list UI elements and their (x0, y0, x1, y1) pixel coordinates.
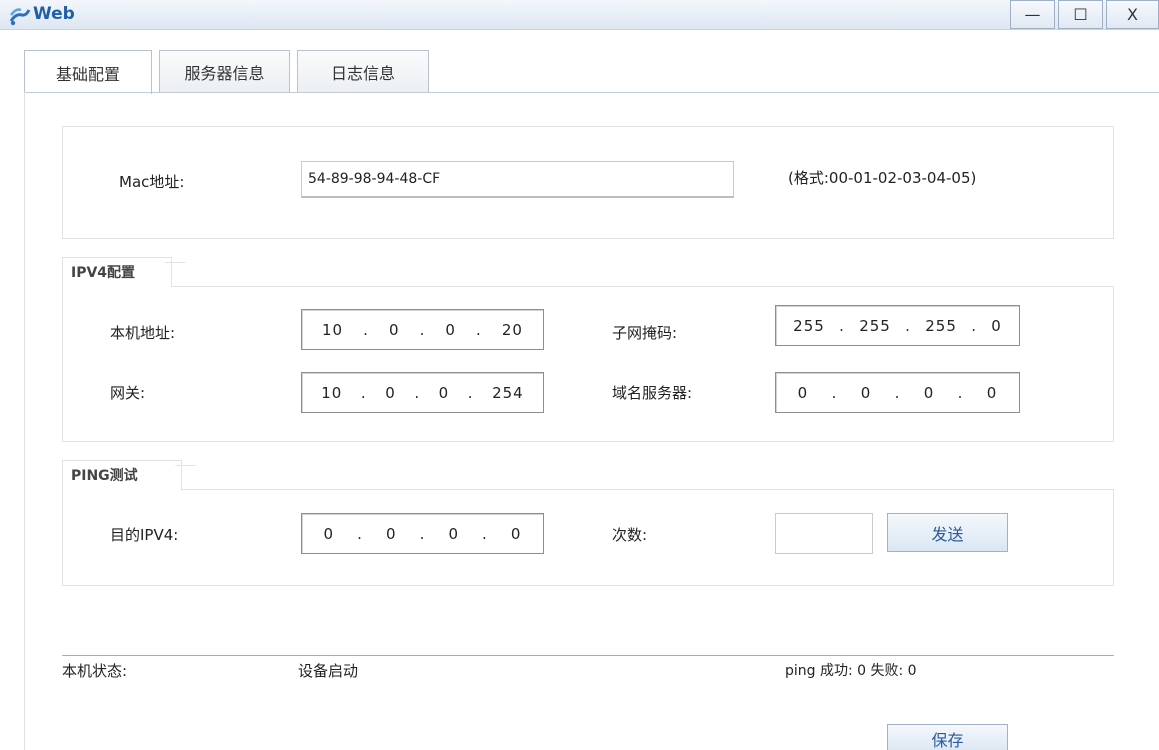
gateway-input[interactable]: 10. 0. 0. 254 (301, 372, 544, 413)
host-address-input[interactable]: 10. 0. 0. 20 (301, 309, 544, 350)
ping-count-label: 次数: (612, 526, 648, 544)
ping-count-input[interactable] (775, 513, 873, 554)
dns-server-input[interactable]: 0.0.0.0 (775, 372, 1020, 413)
tab-divider (24, 92, 1159, 93)
gateway-label: 网关: (110, 384, 146, 402)
ping-destination-label: 目的IPV4: (110, 526, 179, 544)
mac-input[interactable]: 54-89-98-94-48-CF (301, 161, 734, 198)
status-divider (62, 655, 1114, 656)
window-title: Web (33, 4, 75, 24)
ping-legend: PING测试 (62, 460, 182, 490)
subnet-mask-label: 子网掩码: (612, 324, 678, 342)
app-logo-icon (9, 8, 31, 26)
save-button[interactable]: 保存 (887, 724, 1008, 750)
minimize-icon: — (1024, 5, 1041, 24)
status-value: 设备启动 (298, 662, 359, 680)
ping-destination-input[interactable]: 0.0.0.0 (301, 513, 544, 554)
title-bar: Web — ☐ X (0, 0, 1159, 30)
tab-basic-config[interactable]: 基础配置 (24, 50, 152, 94)
send-button[interactable]: 发送 (887, 513, 1008, 552)
minimize-button[interactable]: — (1010, 0, 1055, 29)
dns-server-label: 域名服务器: (612, 384, 693, 402)
maximize-button[interactable]: ☐ (1058, 0, 1103, 29)
mac-format-hint: (格式:00-01-02-03-04-05) (788, 169, 977, 187)
close-button[interactable]: X (1106, 0, 1159, 29)
ping-result: ping 成功: 0 失败: 0 (785, 663, 917, 679)
mac-label: Mac地址: (119, 173, 185, 191)
tab-log-info[interactable]: 日志信息 (297, 50, 429, 92)
content-border (24, 92, 25, 750)
close-icon: X (1127, 5, 1138, 24)
tab-server-info[interactable]: 服务器信息 (159, 50, 290, 92)
ipv4-legend: IPV4配置 (62, 257, 172, 287)
status-label: 本机状态: (62, 662, 128, 680)
subnet-mask-input[interactable]: 255. 255. 255. 0 (775, 305, 1020, 346)
host-address-label: 本机地址: (110, 324, 176, 342)
maximize-icon: ☐ (1073, 5, 1088, 24)
